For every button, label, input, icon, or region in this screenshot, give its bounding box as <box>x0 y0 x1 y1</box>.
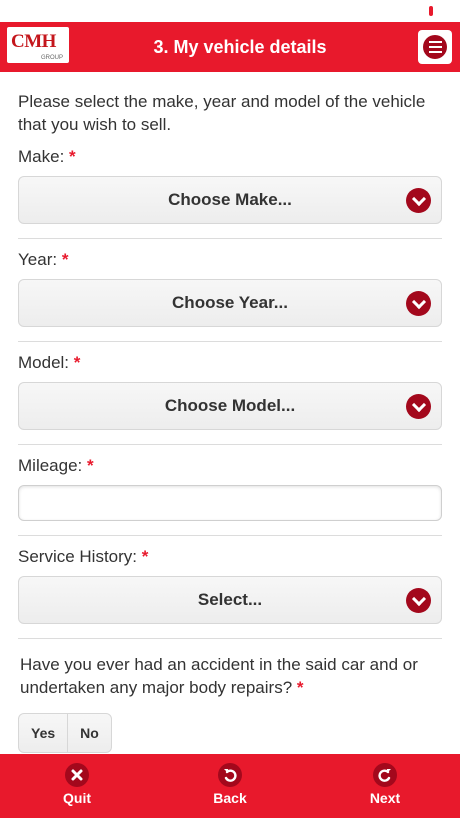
year-label-text: Year: <box>18 250 58 269</box>
divider <box>18 238 442 239</box>
mileage-input[interactable] <box>18 485 442 521</box>
chevron-down-icon <box>406 188 431 213</box>
next-button[interactable]: Next <box>345 754 425 818</box>
year-select[interactable]: Choose Year... <box>18 279 442 327</box>
cmh-logo: CMH GROUP <box>7 27 69 63</box>
chevron-down-icon <box>406 588 431 613</box>
chevron-down-icon <box>406 291 431 316</box>
yes-option[interactable]: Yes <box>19 714 67 752</box>
back-label: Back <box>213 790 247 806</box>
mileage-label: Mileage: * <box>18 456 442 477</box>
no-option[interactable]: No <box>67 714 111 752</box>
logo-subtext: GROUP <box>40 55 63 61</box>
next-label: Next <box>369 790 401 806</box>
logo-text: CMH <box>11 31 56 52</box>
required-marker: * <box>87 456 94 475</box>
close-icon <box>65 763 89 787</box>
app-header: CMH GROUP 3. My vehicle details <box>0 22 460 72</box>
menu-button[interactable] <box>418 30 452 64</box>
model-select-value: Choose Model... <box>164 396 296 415</box>
make-label: Make: * <box>18 147 442 168</box>
service-history-label: Service History: * <box>18 547 442 568</box>
divider <box>18 341 442 342</box>
service-history-select-value: Select... <box>197 590 263 609</box>
required-marker: * <box>69 147 76 166</box>
accident-toggle: Yes No <box>18 713 112 753</box>
intro-text: Please select the make, year and model o… <box>18 92 426 134</box>
undo-icon <box>218 763 242 787</box>
model-label-text: Model: <box>18 353 70 372</box>
required-marker: * <box>61 250 69 269</box>
divider <box>18 444 442 445</box>
model-label: Model: * <box>18 353 442 374</box>
menu-icon <box>423 35 447 59</box>
make-select[interactable]: Choose Make... <box>18 176 442 224</box>
quit-label: Quit <box>63 790 91 806</box>
required-marker: * <box>141 547 149 566</box>
divider <box>18 638 442 639</box>
year-select-value: Choose Year... <box>172 293 288 312</box>
service-history-select[interactable]: Select... <box>18 576 442 624</box>
back-button[interactable]: Back <box>190 754 270 818</box>
status-bar <box>0 0 460 22</box>
make-label-text: Make: <box>18 147 65 166</box>
quit-button[interactable]: Quit <box>37 754 117 818</box>
form-content[interactable]: Please select the make, year and model o… <box>0 72 460 754</box>
redo-icon <box>373 763 397 787</box>
service-history-label-text: Service History: <box>18 547 138 566</box>
required-marker: * <box>296 678 304 697</box>
required-marker: * <box>73 353 81 372</box>
accident-question: Have you ever had an accident in the sai… <box>18 653 442 699</box>
accident-question-text: Have you ever had an accident in the sai… <box>20 655 418 697</box>
model-select[interactable]: Choose Model... <box>18 382 442 430</box>
divider <box>18 535 442 536</box>
page-title: 3. My vehicle details <box>153 37 327 57</box>
chevron-down-icon <box>406 394 431 419</box>
footer-nav: Quit Back Next <box>0 754 460 818</box>
mileage-label-text: Mileage: <box>18 456 83 475</box>
status-indicator-icon <box>429 6 433 16</box>
make-select-value: Choose Make... <box>168 190 292 209</box>
year-label: Year: * <box>18 250 442 271</box>
